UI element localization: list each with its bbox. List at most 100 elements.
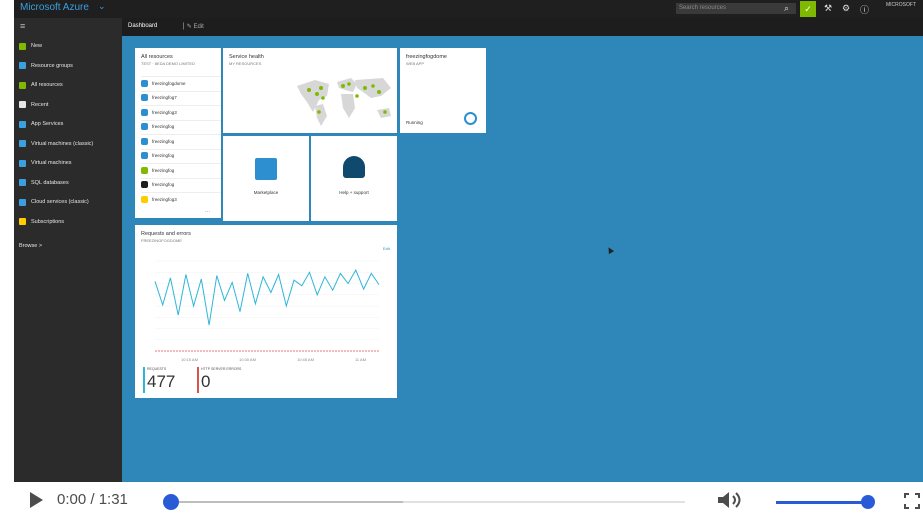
play-icon[interactable]	[30, 492, 43, 508]
sidebar-item[interactable]: Virtual machines	[19, 157, 72, 169]
x-tick-label: 11 AM	[355, 357, 366, 362]
fullscreen-icon[interactable]	[904, 493, 920, 509]
tile-subtitle: MY RESOURCES	[229, 61, 262, 66]
sidebar-item[interactable]: Resource groups	[19, 60, 73, 72]
help-support-tile[interactable]: Help + support	[311, 136, 397, 221]
sidebar-item[interactable]: Subscriptions	[19, 216, 64, 228]
tile-subtitle: TEST · 8EDA DEMO LIMITED	[141, 61, 195, 66]
database-icon	[19, 179, 26, 186]
resource-row[interactable]: freezingfog7	[141, 90, 221, 104]
gear-icon[interactable]: ⚙	[842, 3, 850, 14]
sidebar-item[interactable]: App Services	[19, 118, 63, 130]
seek-knob[interactable]	[163, 494, 179, 510]
tile-subtitle: WEB APP	[406, 61, 425, 66]
resource-name: freezingfog	[152, 124, 175, 129]
sidebar-item[interactable]: Cloud services (classic)	[19, 196, 89, 208]
requests-color-bar	[143, 367, 145, 393]
sidebar-item-label: Cloud services (classic)	[31, 199, 89, 205]
resource-icon	[141, 181, 148, 188]
resource-row[interactable]: freezingfog3	[141, 192, 221, 205]
vm-classic-icon	[19, 140, 26, 147]
person-support-icon	[343, 156, 365, 178]
resource-groups-icon	[19, 62, 26, 69]
volume-icon[interactable]	[716, 491, 744, 509]
resource-name: freezingfog	[152, 138, 175, 144]
resource-icon	[141, 123, 148, 130]
resource-name: freezingfog7	[152, 95, 177, 100]
plus-icon	[19, 42, 26, 50]
resource-name: freezingfog3	[152, 109, 177, 115]
chart-subtitle: FREEZINGFOGDOME	[141, 238, 182, 243]
resource-name: freezingfog	[152, 182, 175, 187]
sidebar-item-label: Virtual machines (classic)	[31, 140, 94, 147]
sidebar-item[interactable]: All resources	[19, 79, 63, 91]
chart-title: Requests and errors	[141, 231, 191, 237]
marketplace-label: Marketplace	[253, 190, 279, 195]
resource-name: freezingfog3	[152, 196, 177, 202]
grid-icon	[19, 81, 26, 89]
chart-edit-link[interactable]: Edit	[383, 246, 390, 251]
more-dots[interactable]: ...	[205, 208, 210, 214]
resource-row[interactable]: freezingfog	[141, 134, 221, 147]
all-resources-tile[interactable]: All resources TEST · 8EDA DEMO LIMITED f…	[135, 48, 221, 218]
key-icon	[19, 218, 26, 225]
wrench-icon[interactable]: ⚒	[824, 3, 832, 14]
help-support-label: Help + support	[339, 190, 369, 195]
dashboard-header: Dashboard ⎮ ✎ Edit	[122, 18, 923, 36]
web-app-globe-icon	[464, 112, 477, 125]
volume-knob[interactable]	[861, 495, 875, 509]
video-frame[interactable]: Microsoft Azure ⌄ Search resources ⌕ ✓ ⚒…	[14, 0, 923, 482]
resource-icon	[141, 137, 148, 145]
requests-errors-tile[interactable]: Requests and errors FREEZINGFOGDOME Edit…	[135, 225, 397, 398]
azure-topbar: Microsoft Azure ⌄ Search resources ⌕ ✓ ⚒…	[14, 0, 923, 18]
browse-link[interactable]: Browse >	[19, 240, 42, 252]
service-health-tile[interactable]: Service health MY RESOURCES	[223, 48, 397, 133]
marketplace-tile[interactable]: Marketplace	[223, 136, 309, 221]
resource-row[interactable]: freezingfog	[141, 177, 221, 191]
player-controls: 0:00 / 1:31	[0, 482, 923, 518]
sidebar-item-label: Resource groups	[31, 62, 73, 69]
help-icon[interactable]: ⓘ	[860, 3, 869, 16]
resource-name: freezingfog	[152, 167, 175, 173]
resource-row[interactable]: freezingfog3	[141, 105, 221, 118]
dashboard-title[interactable]: Dashboard	[128, 23, 157, 29]
resource-icon	[141, 79, 148, 87]
errors-label: HTTP SERVER ERRORS	[201, 367, 242, 371]
sidebar-item[interactable]: New	[19, 40, 42, 52]
edit-label: Edit	[193, 24, 204, 30]
shopping-bag-icon	[255, 158, 277, 180]
sidebar-item[interactable]: SQL databases	[19, 177, 69, 189]
chevron-down-icon[interactable]: ⌄	[98, 1, 106, 12]
sidebar-item-label: Recent	[31, 101, 49, 108]
resource-row[interactable]: freezingfogdome	[141, 76, 221, 89]
sidebar-item-label: New	[31, 43, 43, 49]
user-account[interactable]: MICROSOFT	[886, 2, 916, 16]
sidebar-item[interactable]: Recent	[19, 99, 48, 111]
tile-title: All resources	[141, 54, 173, 60]
resource-icon	[141, 94, 148, 101]
mouse-cursor	[605, 245, 615, 255]
resource-row[interactable]: freezingfog	[141, 163, 221, 176]
resource-row[interactable]: freezingfog	[141, 119, 221, 133]
volume-track[interactable]	[776, 501, 868, 504]
cloud-icon	[19, 198, 26, 206]
tile-title: Service health	[229, 54, 264, 60]
clock-icon	[19, 101, 26, 108]
azure-brand[interactable]: Microsoft Azure	[20, 2, 89, 13]
resource-icon	[141, 152, 148, 159]
x-tick-label: 10:15 AM	[181, 357, 198, 362]
search-icon[interactable]: ⌕	[784, 3, 789, 14]
web-app-tile[interactable]: freezingfogdome WEB APP Running	[400, 48, 486, 133]
notification-icon[interactable]: ✓	[800, 1, 816, 17]
search-input[interactable]: Search resources	[676, 3, 796, 14]
resource-name: freezingfogdome	[152, 80, 186, 86]
time-display: 0:00 / 1:31	[57, 491, 128, 508]
requests-series-line	[154, 268, 380, 326]
edit-dashboard-button[interactable]: ⎮ ✎ Edit	[182, 23, 204, 30]
hamburger-icon[interactable]: ≡	[20, 21, 30, 31]
resource-row[interactable]: freezingfog	[141, 148, 221, 162]
sidebar-item[interactable]: Virtual machines (classic)	[19, 138, 93, 150]
status-text: Running	[406, 120, 423, 125]
resource-icon	[141, 108, 148, 116]
video-player: Microsoft Azure ⌄ Search resources ⌕ ✓ ⚒…	[0, 0, 923, 518]
